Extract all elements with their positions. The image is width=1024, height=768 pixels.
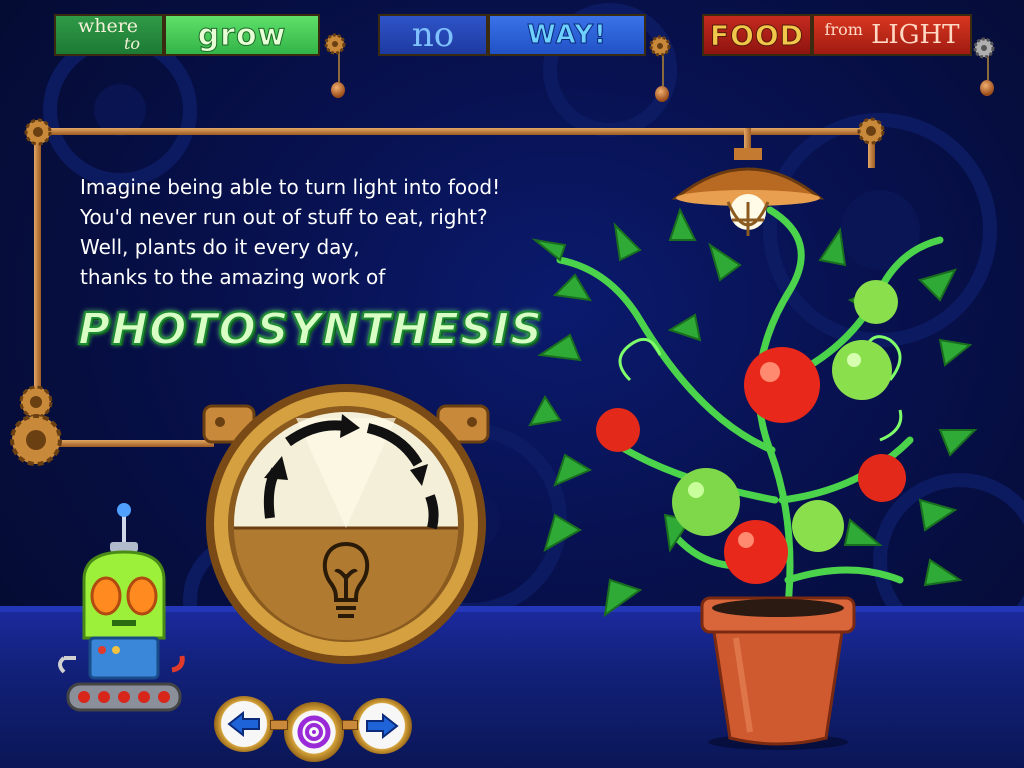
lightbulb-icon [322,541,370,618]
previous-page-button[interactable] [214,696,274,752]
tab-where-to-grow-small: where to [54,14,164,56]
arrow-right-icon [366,713,399,739]
robot-character [58,503,185,712]
tab2-big-label: WAY! [527,20,607,51]
cog-icon [24,118,52,146]
tab-no-way-small: no [378,14,488,56]
hanger-bob-2 [655,86,669,102]
nav-connector [270,720,288,730]
tab1-big-label: grow [197,17,287,53]
intro-text: Imagine being able to turn light into fo… [80,172,500,292]
tab-where-to-grow-big: grow [164,14,320,56]
tab1-sub-label: to [123,34,141,53]
headline-photosynthesis: PHOTOSYNTHESIS [77,303,543,356]
hanger-bob-3 [980,80,994,96]
intro-line-4: thanks to the amazing work of [80,265,386,289]
tab-food-from-light-small: FOOD [702,14,812,56]
tab3-small-label: FOOD [710,18,804,52]
spiral-home-icon [297,715,331,749]
home-menu-button[interactable] [284,702,344,762]
tab3-sub-label: from [824,20,863,39]
flower-pot-icon [700,596,856,750]
tab-where-to-grow[interactable]: where to grow [54,14,320,56]
intro-line-2: You'd never run out of stuff to eat, rig… [80,205,488,229]
tab-food-from-light[interactable]: FOOD from LIGHT [702,14,972,56]
tab3-big-label: LIGHT [871,20,960,50]
photosynthesis-gauge [202,384,490,664]
hanger-bob-1 [331,82,345,98]
cog-icon [10,414,62,466]
arrow-left-icon [227,711,260,737]
intro-line-1: Imagine being able to turn light into fo… [80,175,501,199]
cog-icon [973,37,995,59]
cog-icon [649,35,671,57]
tab-no-way-big: WAY! [488,14,646,56]
nav-connector [342,720,358,730]
cog-icon [324,33,346,55]
tab-food-from-light-big: from LIGHT [812,14,972,56]
tab-no-way[interactable]: no WAY! [378,14,646,56]
next-page-button[interactable] [352,698,412,754]
cog-icon [857,117,885,145]
intro-line-3: Well, plants do it every day, [80,235,360,259]
tab2-small-label: no [411,15,455,55]
